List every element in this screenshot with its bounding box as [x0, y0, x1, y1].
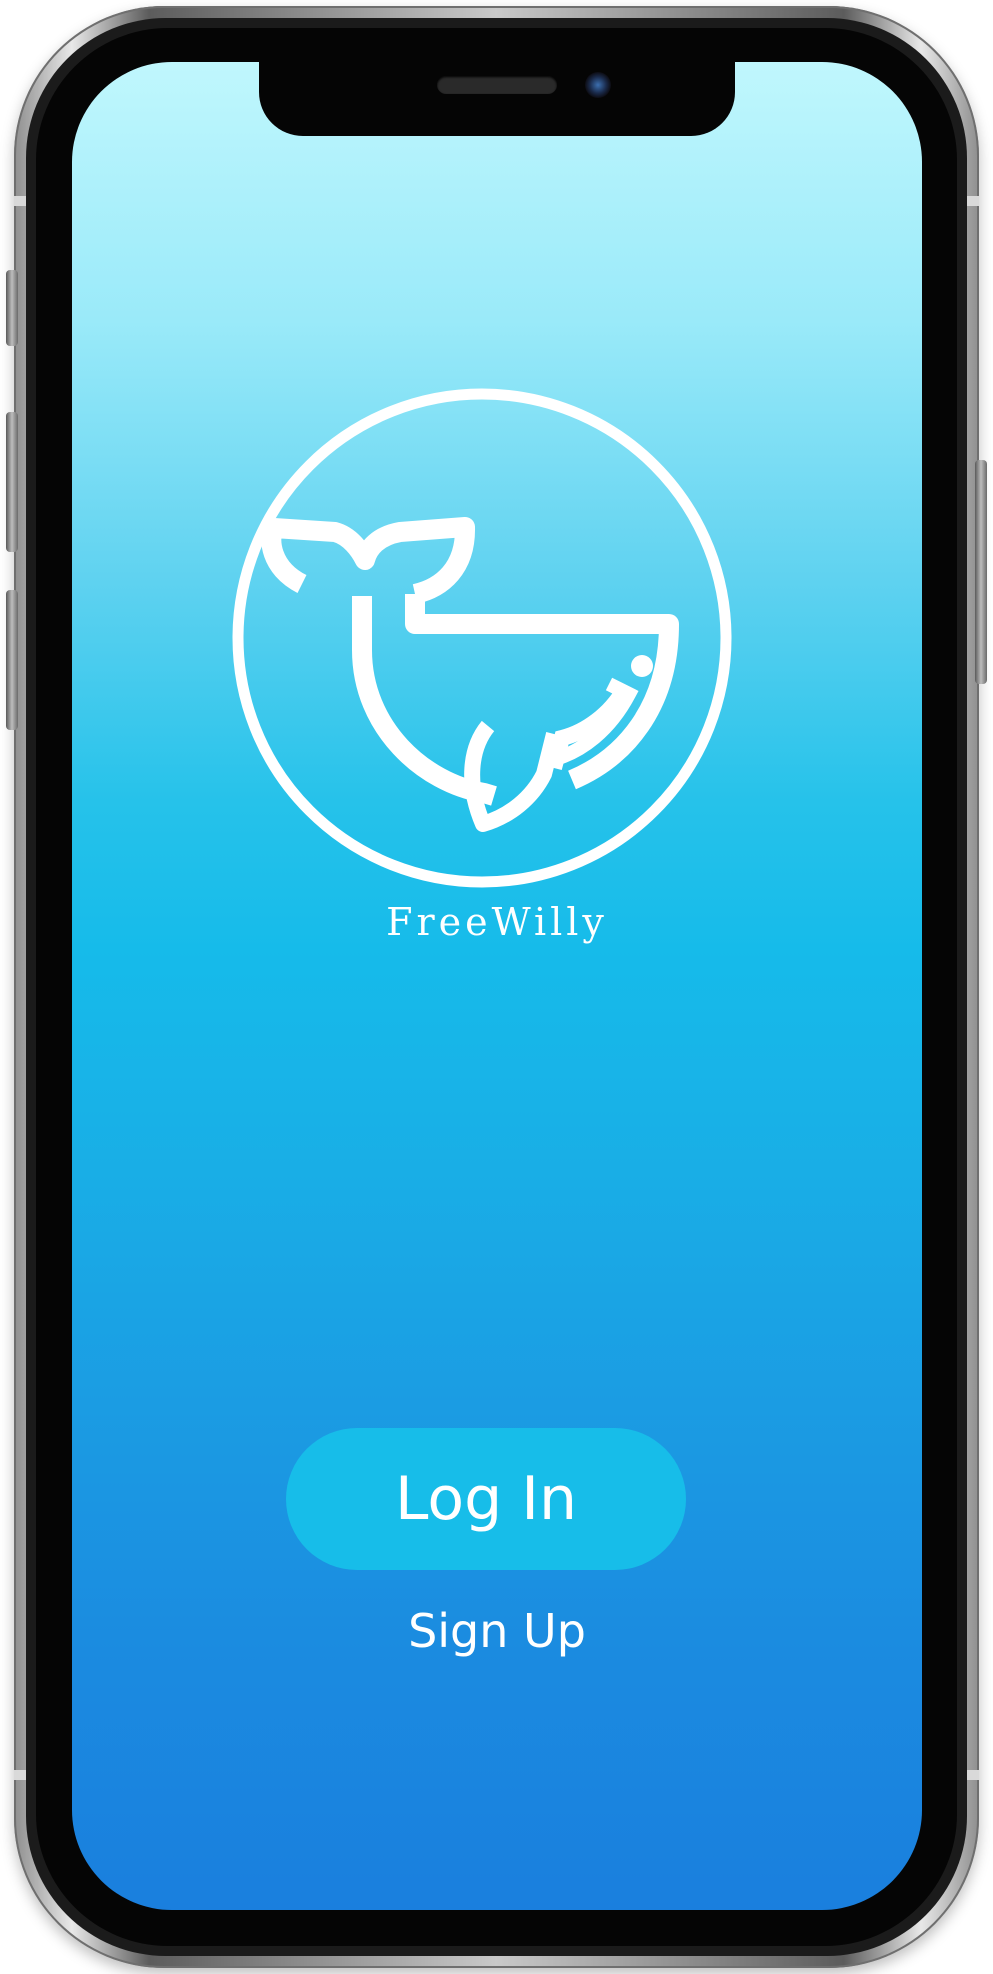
notch [259, 62, 735, 136]
signup-link[interactable]: Sign Up [72, 1604, 922, 1658]
whale-icon [232, 388, 732, 888]
earpiece-speaker [437, 76, 557, 94]
app-name: FreeWilly [386, 900, 608, 944]
volume-down-button [6, 590, 18, 730]
app-screen: FreeWilly Log In Sign Up [72, 62, 922, 1910]
front-camera [585, 72, 611, 98]
power-button [975, 460, 987, 684]
mute-switch [6, 270, 18, 346]
volume-up-button [6, 412, 18, 552]
login-button[interactable]: Log In [286, 1428, 686, 1570]
